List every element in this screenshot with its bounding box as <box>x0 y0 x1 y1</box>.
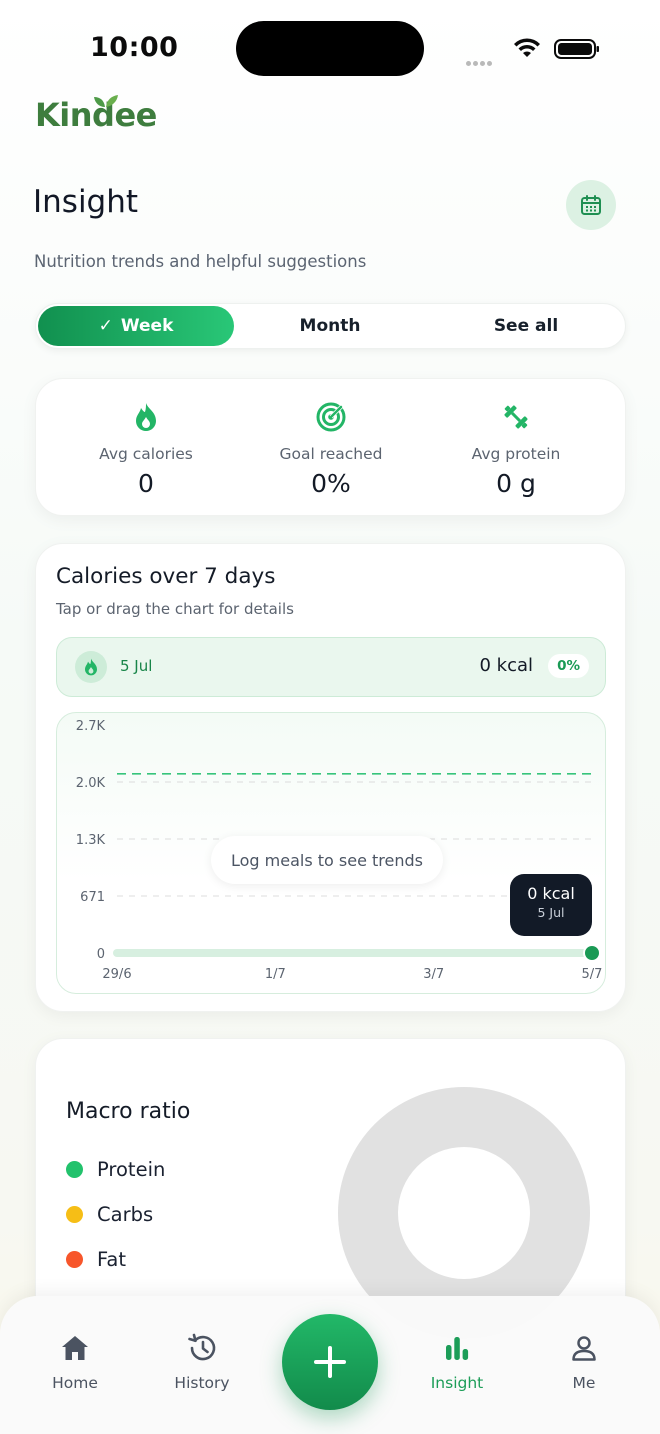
signal-icon <box>466 51 494 70</box>
selected-kcal: 0 kcal <box>479 655 533 676</box>
legend-carbs: Carbs <box>66 1203 153 1226</box>
status-bar: 10:00 <box>0 0 660 92</box>
flame-icon <box>75 651 107 683</box>
tab-history[interactable]: History <box>152 1332 252 1392</box>
donut-hole <box>398 1147 530 1279</box>
tab-label: History <box>174 1374 230 1392</box>
bottom-tab-bar: Home History Insight Me <box>0 1296 660 1434</box>
app-logo: Kindee <box>35 95 157 134</box>
tab-month-label: Month <box>299 316 361 336</box>
tab-insight[interactable]: Insight <box>407 1332 507 1392</box>
calories-chart[interactable]: 2.7K 2.0K 1.3K 671 0 29/6 1/7 3/7 5/7 Log meals … <box>56 712 606 994</box>
tab-label: Insight <box>430 1374 484 1392</box>
stat-value: 0 <box>138 469 154 498</box>
tab-week[interactable]: ✓ Week <box>38 306 234 346</box>
bar-chart-icon <box>446 1337 469 1360</box>
x-tick-label: 1/7 <box>265 967 286 982</box>
legend-protein: Protein <box>66 1158 165 1181</box>
legend-fat: Fat <box>66 1248 126 1271</box>
tooltip-kcal: 0 kcal <box>527 884 575 903</box>
stat-avg-calories: Avg calories 0 <box>56 399 236 498</box>
tab-home[interactable]: Home <box>25 1332 125 1392</box>
tab-me[interactable]: Me <box>534 1332 634 1392</box>
stat-avg-protein: Avg protein 0 g <box>426 399 606 498</box>
selected-date: 5 Jul <box>120 657 153 675</box>
chart-subtitle: Tap or drag the chart for details <box>56 600 294 618</box>
x-tick-label: 29/6 <box>102 967 131 982</box>
x-tick-label: 5/7 <box>582 967 603 982</box>
y-tick-label: 0 <box>97 947 105 962</box>
stat-label: Avg calories <box>99 445 193 463</box>
battery-icon <box>554 39 599 59</box>
legend-dot <box>66 1206 83 1223</box>
summary-stats-card: Avg calories 0 Goal reached 0% Avg prote… <box>35 378 626 516</box>
chart-tooltip: 0 kcal 5 Jul <box>510 874 592 936</box>
user-icon <box>572 1336 596 1361</box>
status-icons <box>466 36 606 66</box>
stat-value: 0 g <box>496 469 536 498</box>
selected-percent-badge: 0% <box>548 654 589 678</box>
tab-label: Home <box>52 1374 98 1392</box>
wifi-icon <box>514 38 540 57</box>
stat-label: Goal reached <box>279 445 383 463</box>
stat-goal-reached: Goal reached 0% <box>241 399 421 498</box>
tab-see-all[interactable]: See all <box>428 306 624 346</box>
leaf-icon <box>94 95 118 107</box>
macro-title: Macro ratio <box>66 1099 191 1124</box>
page-title: Insight <box>33 184 139 220</box>
x-tick-label: 3/7 <box>423 967 444 982</box>
add-meal-button[interactable] <box>282 1314 378 1410</box>
y-tick-label: 1.3K <box>76 833 106 848</box>
dynamic-island <box>236 21 424 76</box>
y-tick-label: 2.0K <box>76 776 106 791</box>
legend-dot <box>66 1161 83 1178</box>
legend-label: Protein <box>97 1158 166 1181</box>
chart-title: Calories over 7 days <box>56 564 276 589</box>
check-icon: ✓ <box>98 316 113 336</box>
y-tick-label: 2.7K <box>76 719 106 734</box>
page-subtitle: Nutrition trends and helpful suggestions <box>34 252 367 271</box>
data-point-selected <box>583 944 601 962</box>
stat-label: Avg protein <box>471 445 561 463</box>
tab-label: Me <box>572 1374 596 1392</box>
home-icon <box>62 1336 88 1360</box>
selected-day-summary: 5 Jul 0 kcal 0% <box>56 637 606 697</box>
status-time: 10:00 <box>90 32 179 63</box>
y-tick-label: 671 <box>80 890 105 905</box>
stat-value: 0% <box>311 469 351 498</box>
tab-week-label: Week <box>120 316 174 336</box>
tab-month[interactable]: Month <box>234 306 426 346</box>
legend-dot <box>66 1251 83 1268</box>
range-selector: ✓ Week Month See all <box>35 303 626 349</box>
flame-icon <box>136 403 156 431</box>
history-icon <box>188 1333 216 1361</box>
legend-label: Carbs <box>97 1203 154 1226</box>
calendar-icon <box>581 195 601 215</box>
target-icon <box>316 402 346 432</box>
plus-icon <box>314 1346 346 1378</box>
empty-state-message: Log meals to see trends <box>211 836 443 884</box>
legend-label: Fat <box>97 1248 127 1271</box>
tooltip-date: 5 Jul <box>537 905 565 920</box>
tab-see-all-label: See all <box>493 316 559 336</box>
calendar-button[interactable] <box>566 180 616 230</box>
dumbbell-icon <box>504 405 528 429</box>
calories-chart-card: Calories over 7 days Tap or drag the cha… <box>35 543 626 1012</box>
